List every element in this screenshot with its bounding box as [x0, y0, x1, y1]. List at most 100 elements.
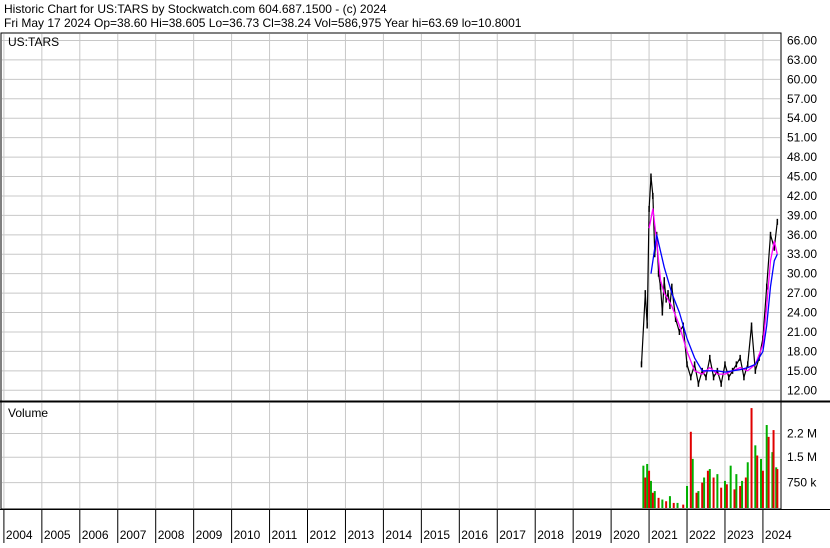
volume-bar-down — [776, 469, 779, 508]
price-y-tick-label: 15.00 — [787, 364, 817, 378]
volume-bar-up — [723, 480, 726, 508]
volume-bar-up — [691, 458, 694, 508]
stock-chart: Historic Chart for US:TARS by Stockwatch… — [0, 0, 830, 543]
volume-y-tick-label: 2.2 M — [787, 426, 817, 440]
volume-bar-down — [725, 484, 728, 508]
x-tick-label: 2013 — [347, 528, 374, 542]
x-tick-label: 2014 — [385, 528, 412, 542]
price-y-tick-label: 39.00 — [787, 208, 817, 222]
volume-bar-down — [682, 504, 685, 508]
volume-bar-up — [765, 425, 768, 508]
x-tick-label: 2022 — [689, 528, 716, 542]
price-y-tick-label: 48.00 — [787, 150, 817, 164]
chart-header-line2: Fri May 17 2024 Op=38.60 Hi=38.605 Lo=36… — [4, 16, 522, 30]
volume-bar-up — [703, 477, 706, 508]
volume-bar-down — [672, 502, 675, 508]
volume-bar-down — [733, 489, 736, 508]
volume-bar-up — [735, 474, 738, 508]
volume-bar-up — [741, 480, 744, 508]
volume-bar-down — [720, 487, 723, 508]
volume-panel-title: Volume — [8, 406, 48, 420]
volume-bar-up — [649, 480, 652, 508]
volume-bar-down — [651, 492, 654, 508]
x-tick-label: 2008 — [158, 528, 185, 542]
volume-bar-up — [661, 499, 664, 508]
price-y-tick-label: 60.00 — [787, 72, 817, 86]
x-tick-label: 2020 — [613, 528, 640, 542]
price-panel-grid — [2, 34, 780, 400]
volume-y-axis: 750 k 1.5 M 2.2 M — [787, 426, 817, 489]
x-tick-label: 2023 — [727, 528, 754, 542]
volume-bar-up — [676, 502, 679, 508]
volume-bar-down — [712, 477, 715, 508]
x-tick-label: 2010 — [234, 528, 261, 542]
volume-bar-down — [706, 470, 709, 508]
price-y-tick-label: 57.00 — [787, 92, 817, 106]
volume-bar-down — [750, 408, 753, 508]
volume-bar-up — [729, 465, 732, 508]
volume-panel-grid — [2, 403, 780, 508]
volume-series — [642, 408, 779, 508]
x-tick-label: 2017 — [499, 528, 526, 542]
price-y-tick-label: 36.00 — [787, 228, 817, 242]
volume-bar-down — [701, 482, 704, 508]
x-tick-label: 2016 — [461, 528, 488, 542]
price-y-tick-label: 30.00 — [787, 267, 817, 281]
price-y-tick-label: 51.00 — [787, 131, 817, 145]
x-tick-label: 2019 — [575, 528, 602, 542]
volume-bar-up — [653, 491, 656, 508]
x-tick-label: 2011 — [272, 528, 298, 542]
chart-svg: Historic Chart for US:TARS by Stockwatch… — [0, 2, 830, 543]
price-y-tick-label: 33.00 — [787, 247, 817, 261]
x-tick-label: 2006 — [82, 528, 109, 542]
volume-bar-down — [648, 470, 651, 508]
price-y-axis: 12.00 15.00 18.00 21.00 24.00 27.00 30.00 33.00… — [787, 33, 817, 397]
price-y-tick-label: 12.00 — [787, 383, 817, 397]
x-tick-label: 2007 — [120, 528, 147, 542]
x-tick-label: 2018 — [537, 528, 564, 542]
x-tick-label: 2024 — [765, 528, 792, 542]
volume-bar-down — [695, 492, 698, 508]
volume-bar-down — [644, 477, 647, 508]
volume-bar-up — [746, 462, 749, 508]
x-tick-label: 2009 — [196, 528, 223, 542]
price-y-tick-label: 66.00 — [787, 33, 817, 47]
chart-header-line1: Historic Chart for US:TARS by Stockwatch… — [4, 2, 387, 16]
x-tick-label: 2004 — [6, 528, 33, 542]
x-tick-label: 2005 — [44, 528, 71, 542]
volume-bar-down — [772, 430, 775, 508]
volume-bar-up — [668, 496, 671, 508]
volume-bar-down — [665, 501, 668, 508]
volume-bar-up — [686, 485, 689, 508]
volume-bar-down — [657, 497, 660, 508]
price-y-tick-label: 42.00 — [787, 189, 817, 203]
price-y-tick-label: 63.00 — [787, 53, 817, 67]
volume-bar-up — [642, 465, 645, 508]
price-y-tick-label: 54.00 — [787, 111, 817, 125]
volume-bar-down — [739, 485, 742, 508]
volume-bar-up — [754, 445, 757, 508]
price-line — [640, 175, 778, 385]
price-y-tick-label: 45.00 — [787, 170, 817, 184]
price-series — [640, 173, 779, 387]
volume-bar-up — [716, 474, 719, 508]
volume-y-tick-label: 750 k — [787, 476, 817, 490]
x-tick-label: 2012 — [310, 528, 337, 542]
volume-bar-up — [697, 491, 700, 508]
price-y-tick-label: 27.00 — [787, 286, 817, 300]
price-panel-title: US:TARS — [8, 35, 59, 49]
volume-bar-down — [767, 436, 770, 508]
volume-bar-down — [756, 455, 759, 508]
price-y-tick-label: 18.00 — [787, 344, 817, 358]
volume-bar-down — [761, 470, 764, 508]
price-y-tick-label: 24.00 — [787, 306, 817, 320]
x-tick-label: 2021 — [651, 528, 678, 542]
volume-bar-down — [689, 431, 692, 508]
volume-y-tick-label: 1.5 M — [787, 450, 817, 464]
price-y-tick-label: 21.00 — [787, 325, 817, 339]
volume-bar-up — [760, 458, 763, 508]
x-axis: 2004 2005 2006 2007 2008 2009 2010 2011 2012 2013… — [0, 509, 830, 543]
volume-bar-up — [646, 463, 649, 508]
volume-bar-down — [744, 477, 747, 508]
volume-bar-up — [708, 469, 711, 508]
